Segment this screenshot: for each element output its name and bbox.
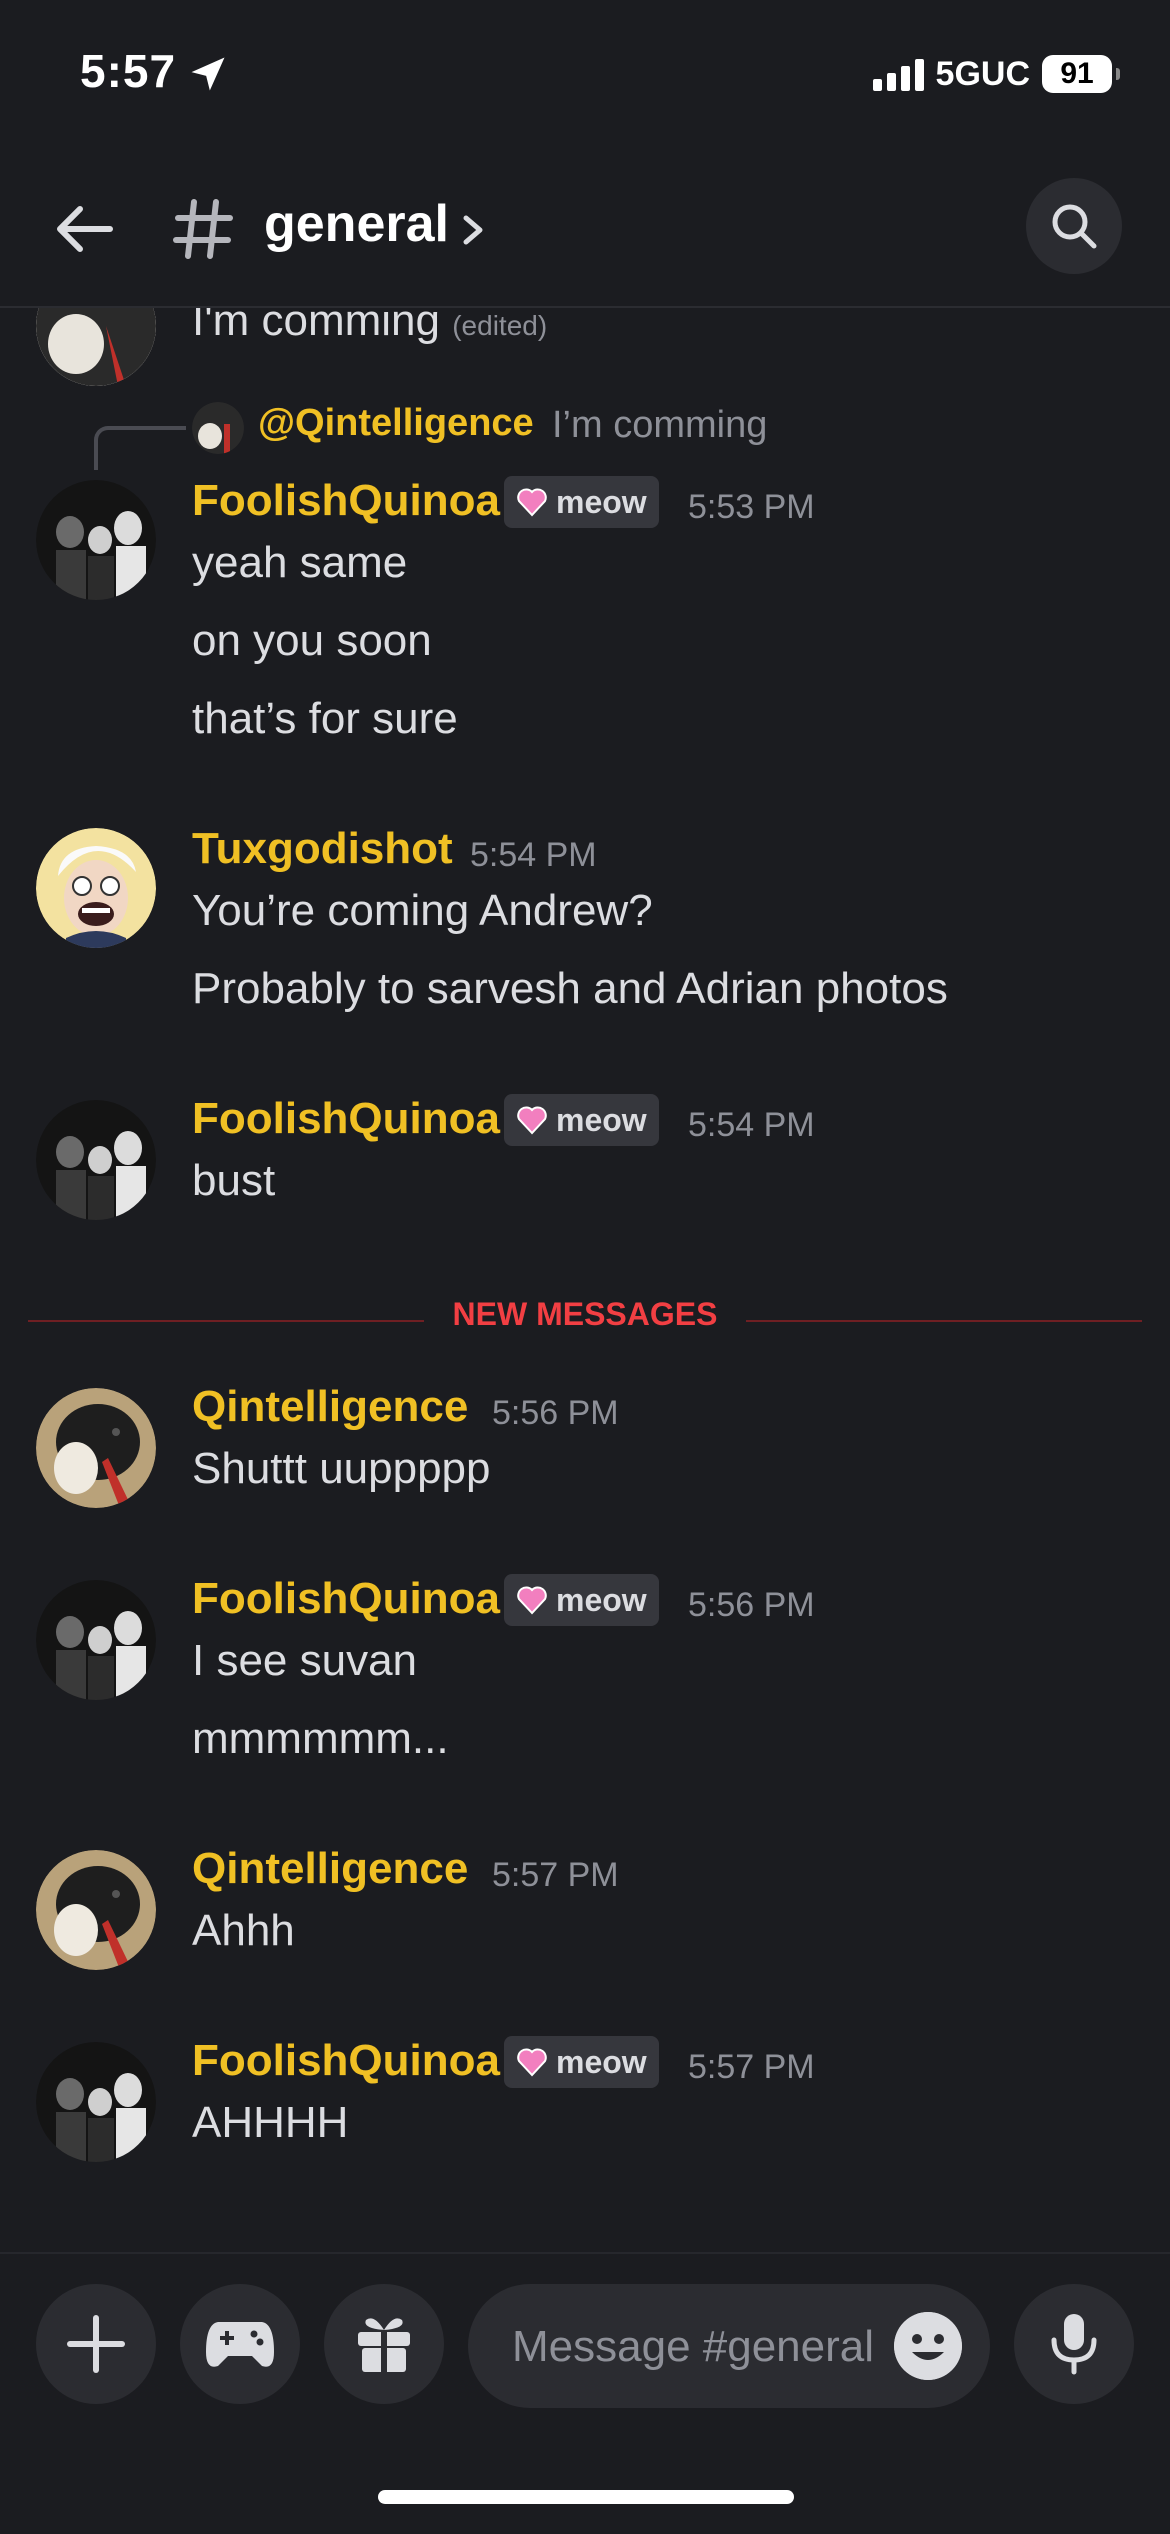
username[interactable]: Qintelligence — [192, 1844, 468, 1894]
avatar[interactable] — [36, 1388, 156, 1508]
role-tag-label: meow — [556, 2043, 647, 2080]
heart-icon — [517, 488, 547, 517]
avatar[interactable] — [36, 1100, 156, 1220]
timestamp: 5:54 PM — [688, 1106, 815, 1144]
message-input-placeholder: Message #general — [512, 2322, 875, 2371]
heart-icon — [517, 1586, 547, 1615]
add-attachment-button[interactable] — [36, 2284, 156, 2404]
gift-icon — [358, 2318, 410, 2372]
timestamp: 5:53 PM — [688, 488, 815, 526]
message-text[interactable]: I see suvan — [192, 1636, 417, 1686]
activities-button[interactable] — [180, 2284, 300, 2404]
username[interactable]: FoolishQuinoa — [192, 2036, 500, 2086]
gamepad-icon — [206, 2322, 274, 2367]
avatar[interactable] — [36, 1850, 156, 1970]
voice-message-button[interactable] — [1014, 2284, 1134, 2404]
message-text[interactable]: bust — [192, 1156, 275, 1206]
battery-level: 91 — [1060, 57, 1094, 90]
message-text[interactable]: Probably to sarvesh and Adrian photos — [192, 964, 948, 1014]
home-indicator[interactable] — [378, 2490, 794, 2504]
new-messages-label: NEW MESSAGES — [426, 1296, 744, 1332]
username[interactable]: Tuxgodishot — [192, 824, 453, 874]
microphone-icon — [1051, 2314, 1097, 2375]
message-text: I'm comming — [192, 306, 440, 345]
status-indicators: 5GUC 91 — [872, 52, 1120, 96]
timestamp: 5:57 PM — [688, 2048, 815, 2086]
back-arrow-icon[interactable] — [50, 194, 120, 264]
role-tag-label: meow — [556, 483, 647, 520]
role-tag[interactable]: meow — [504, 1094, 659, 1146]
timestamp: 5:54 PM — [470, 836, 597, 874]
reply-mention[interactable]: @Qintelligence — [258, 402, 534, 445]
hash-icon — [173, 199, 233, 259]
role-tag[interactable]: meow — [504, 2036, 659, 2088]
cellular-signal-icon — [872, 57, 924, 91]
avatar[interactable] — [36, 828, 156, 948]
channel-header: general — [0, 150, 1170, 308]
message-text[interactable]: You’re coming Andrew? — [192, 886, 653, 936]
avatar[interactable] — [36, 2042, 156, 2162]
reply-avatar[interactable] — [192, 402, 244, 454]
username[interactable]: FoolishQuinoa — [192, 476, 500, 526]
network-type: 5GUC — [935, 54, 1030, 93]
message-list[interactable]: I'm comming (edited) @Qintelligence I’m … — [0, 306, 1170, 2252]
username[interactable]: FoolishQuinoa — [192, 1574, 500, 1624]
heart-icon — [517, 2048, 547, 2077]
gift-button[interactable] — [324, 2284, 444, 2404]
role-tag[interactable]: meow — [504, 1574, 659, 1626]
plus-icon — [67, 2315, 125, 2373]
timestamp: 5:56 PM — [688, 1586, 815, 1624]
battery-icon: 91 — [1042, 55, 1120, 93]
timestamp: 5:57 PM — [492, 1856, 619, 1894]
status-bar: 5:57 5GUC 91 — [0, 0, 1170, 150]
new-messages-divider: NEW MESSAGES — [28, 1296, 1142, 1346]
username[interactable]: FoolishQuinoa — [192, 1094, 500, 1144]
reply-preview-text[interactable]: I’m comming — [552, 404, 767, 447]
emoji-icon[interactable] — [894, 2312, 962, 2380]
message-text[interactable]: mmmmmm... — [192, 1714, 449, 1764]
message-text[interactable]: on you soon — [192, 616, 432, 666]
timestamp: 5:56 PM — [492, 1394, 619, 1432]
heart-icon — [517, 1106, 547, 1135]
search-button[interactable] — [1026, 178, 1122, 274]
username[interactable]: Qintelligence — [192, 1382, 468, 1432]
avatar[interactable] — [36, 480, 156, 600]
status-time: 5:57 — [80, 45, 177, 97]
location-arrow-icon — [191, 57, 225, 91]
avatar[interactable] — [36, 1580, 156, 1700]
message-input[interactable]: Message #general — [468, 2284, 990, 2408]
message-text[interactable]: that’s for sure — [192, 694, 458, 744]
message-text[interactable]: Shuttt uuppppp — [192, 1444, 490, 1494]
message-text[interactable]: Ahhh — [192, 1906, 295, 1956]
message-text[interactable]: yeah same — [192, 538, 407, 588]
role-tag-label: meow — [556, 1101, 647, 1138]
reply-connector — [94, 426, 186, 470]
role-tag[interactable]: meow — [504, 476, 659, 528]
edited-label: (edited) — [452, 310, 548, 341]
channel-name[interactable]: general — [264, 194, 449, 254]
avatar[interactable] — [36, 306, 156, 386]
role-tag-label: meow — [556, 1581, 647, 1618]
message-text[interactable]: AHHHH — [192, 2098, 348, 2148]
search-icon — [1052, 204, 1097, 249]
chevron-right-icon[interactable] — [454, 210, 490, 250]
